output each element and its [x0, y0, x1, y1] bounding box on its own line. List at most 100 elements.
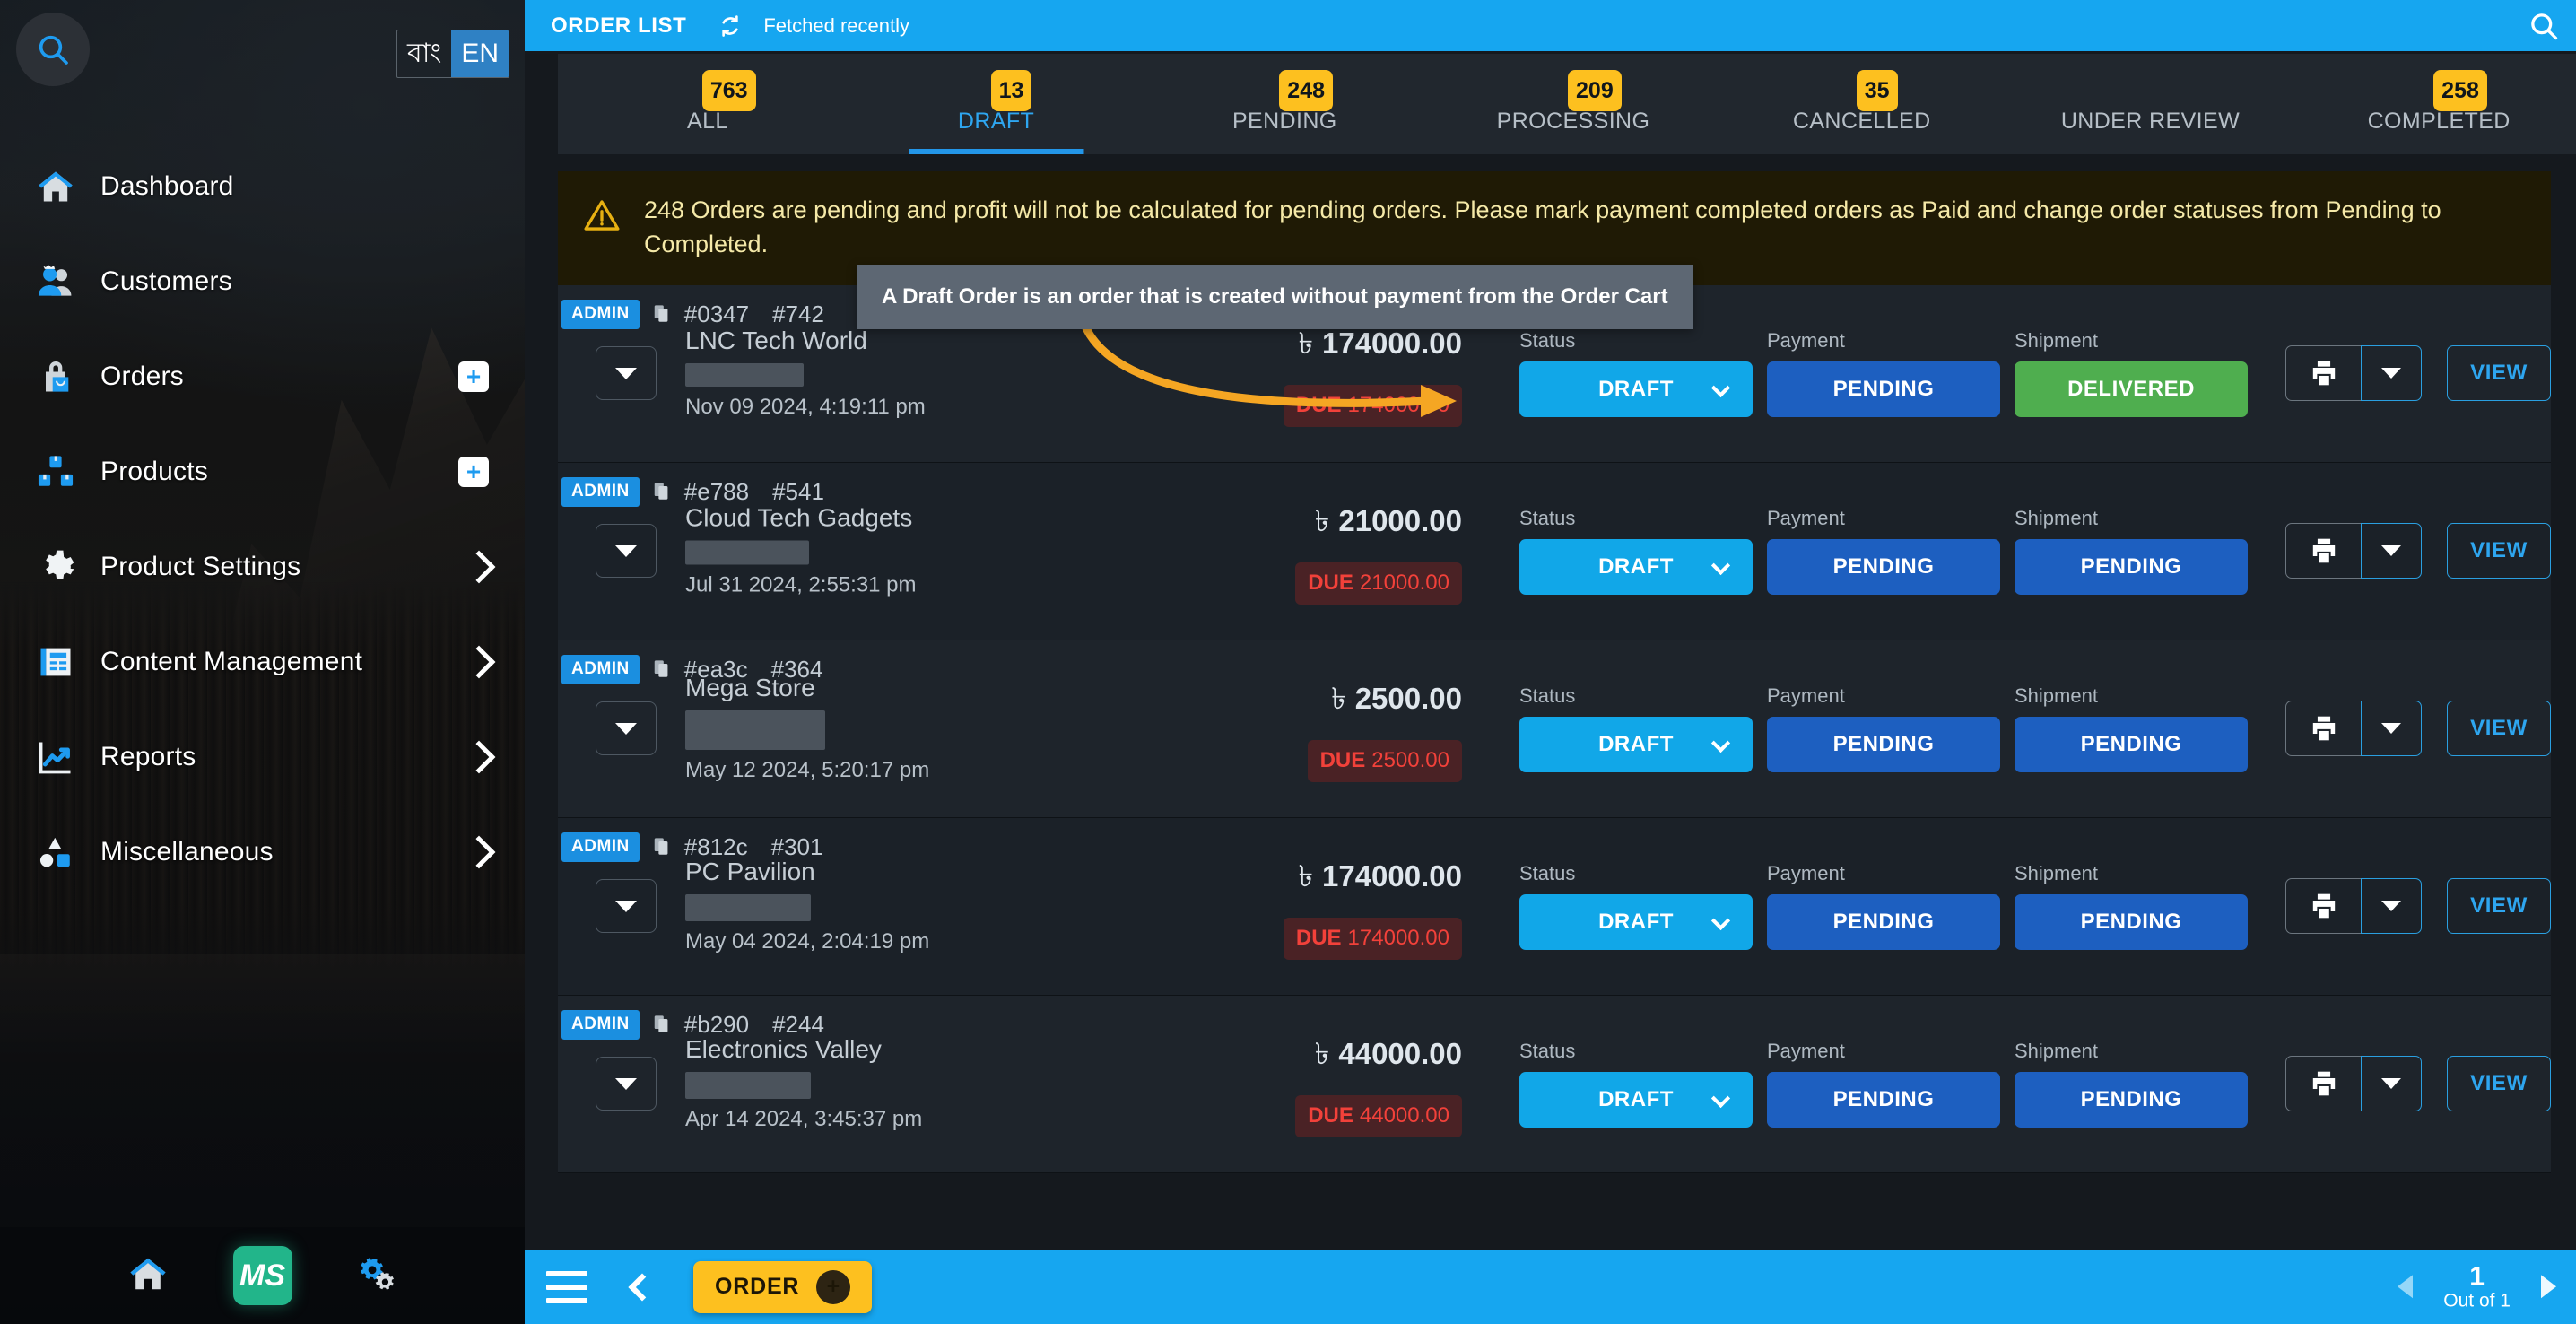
print-button[interactable]	[2285, 523, 2361, 579]
copy-icon[interactable]	[652, 658, 672, 680]
view-order-button[interactable]: VIEW	[2447, 523, 2551, 579]
print-options-dropdown[interactable]	[2361, 878, 2422, 935]
tab-completed[interactable]: 258 COMPLETED	[2294, 54, 2576, 154]
view-order-button[interactable]: VIEW	[2447, 878, 2551, 935]
customer-block: Cloud Tech Gadgets Jul 31 2024, 2:55:31 …	[685, 504, 917, 598]
tab-label: DRAFT	[957, 109, 1035, 134]
customer-name: LNC Tech World	[685, 327, 867, 355]
tab-draft[interactable]: 13 DRAFT	[852, 54, 1141, 154]
sidebar-item-miscellaneous[interactable]: Miscellaneous	[0, 805, 525, 900]
language-toggle[interactable]: বাং EN	[396, 30, 509, 78]
create-order-button[interactable]: ORDER +	[693, 1260, 873, 1313]
print-options-dropdown[interactable]	[2361, 345, 2422, 402]
view-order-button[interactable]: VIEW	[2447, 345, 2551, 402]
bag-icon	[36, 357, 91, 396]
prev-page-button[interactable]	[2398, 1275, 2414, 1299]
tab-processing[interactable]: 209 PROCESSING	[1429, 54, 1718, 154]
expand-row-button[interactable]	[596, 1057, 657, 1111]
copy-icon[interactable]	[652, 836, 672, 858]
expand-row-button[interactable]	[596, 346, 657, 401]
status-dropdown[interactable]: DRAFT	[1519, 361, 1753, 418]
expand-row-button[interactable]	[596, 879, 657, 934]
language-option-bangla[interactable]: বাং	[397, 30, 451, 77]
view-order-button[interactable]: VIEW	[2447, 701, 2551, 757]
payment-status-button[interactable]: PENDING	[1767, 539, 2000, 596]
sidebar-item-label: Content Management	[100, 647, 363, 676]
chevron-down-icon	[2381, 723, 2401, 735]
print-options-dropdown[interactable]	[2361, 523, 2422, 579]
create-order-label: ORDER	[715, 1274, 800, 1299]
shipment-status-button[interactable]: PENDING	[2015, 539, 2248, 596]
sidebar-item-products[interactable]: Products +	[0, 424, 525, 519]
refresh-button[interactable]	[717, 13, 744, 39]
payment-status-button[interactable]: PENDING	[1767, 894, 2000, 951]
sidebar-item-customers[interactable]: Customers	[0, 234, 525, 329]
payment-status-button[interactable]: PENDING	[1767, 361, 2000, 418]
order-row[interactable]: ADMIN #e788 #541 Cloud Tech Gadgets Jul …	[558, 462, 2551, 640]
print-options-dropdown[interactable]	[2361, 701, 2422, 757]
tab-pending[interactable]: 248 PENDING	[1140, 54, 1429, 154]
copy-icon[interactable]	[652, 481, 672, 502]
payment-status-button[interactable]: PENDING	[1767, 717, 2000, 773]
shipment-status-button[interactable]: PENDING	[2015, 717, 2248, 773]
order-meta: ADMIN #0347 #742	[561, 299, 824, 329]
sidebar-item-product-settings[interactable]: Product Settings	[0, 519, 525, 614]
status-dropdown[interactable]: DRAFT	[1519, 1072, 1753, 1128]
status-dropdown[interactable]: DRAFT	[1519, 717, 1753, 773]
payment-status-button[interactable]: PENDING	[1767, 1072, 2000, 1128]
customers-icon	[36, 262, 91, 301]
order-meta: ADMIN #e788 #541	[561, 476, 824, 507]
tab-cancelled[interactable]: 35 CANCELLED	[1718, 54, 2006, 154]
shipment-status-button[interactable]: DELIVERED	[2015, 361, 2248, 418]
print-button[interactable]	[2285, 878, 2361, 935]
status-dropdown[interactable]: DRAFT	[1519, 894, 1753, 951]
status-value: DRAFT	[1598, 1087, 1674, 1112]
top-bar: ORDER LIST Fetched recently	[525, 0, 2576, 51]
expand-row-button[interactable]	[596, 524, 657, 579]
printer-icon	[2312, 716, 2335, 741]
plus-circle-icon: +	[816, 1269, 851, 1304]
expand-row-button[interactable]	[596, 701, 657, 756]
copy-icon[interactable]	[652, 303, 672, 325]
chevron-down-icon	[2381, 368, 2401, 379]
sidebar-item-orders[interactable]: Orders +	[0, 329, 525, 424]
copy-icon[interactable]	[652, 1014, 672, 1035]
sidebar-search-button[interactable]	[16, 13, 90, 86]
home-button[interactable]	[127, 1253, 169, 1299]
view-order-button[interactable]: VIEW	[2447, 1056, 2551, 1112]
shipment-status-button[interactable]: PENDING	[2015, 1072, 2248, 1128]
sidebar-footer: MS	[0, 1227, 525, 1324]
print-options-dropdown[interactable]	[2361, 1056, 2422, 1112]
app-logo[interactable]: MS	[232, 1246, 292, 1305]
language-option-english[interactable]: EN	[451, 30, 509, 77]
fetch-status-text: Fetched recently	[763, 13, 909, 37]
order-row[interactable]: ADMIN #812c #301 PC Pavilion May 04 2024…	[558, 817, 2551, 996]
payment-value: PENDING	[1832, 377, 1935, 402]
order-row[interactable]: ADMIN #ea3c #364 Mega Store May 12 2024,…	[558, 640, 2551, 818]
due-value: 44000.00	[1359, 1102, 1449, 1128]
chevron-right-icon	[462, 550, 496, 584]
sidebar-item-dashboard[interactable]: Dashboard	[0, 139, 525, 234]
sidebar-item-content-management[interactable]: Content Management	[0, 614, 525, 710]
chevron-right-icon	[462, 740, 496, 774]
order-amounts: ৳ 44000.00 DUE 44000.00	[1186, 1031, 1473, 1137]
status-dropdown[interactable]: DRAFT	[1519, 539, 1753, 596]
add-order-button[interactable]: +	[458, 361, 489, 392]
shipment-status-button[interactable]: PENDING	[2015, 894, 2248, 951]
print-button-group	[2285, 878, 2422, 935]
search-button[interactable]	[2528, 10, 2560, 42]
sidebar-item-reports[interactable]: Reports	[0, 710, 525, 805]
settings-button[interactable]	[357, 1253, 398, 1299]
print-button[interactable]	[2285, 345, 2361, 402]
print-button[interactable]	[2285, 701, 2361, 757]
menu-button[interactable]	[546, 1270, 587, 1303]
print-button[interactable]	[2285, 1056, 2361, 1112]
tab-under-review[interactable]: UNDER REVIEW	[2006, 54, 2295, 154]
tab-all[interactable]: 763 ALL	[563, 54, 852, 154]
pagination: 1 Out of 1	[2398, 1262, 2556, 1312]
add-product-button[interactable]: +	[458, 457, 489, 487]
order-number: #742	[772, 300, 824, 327]
order-row[interactable]: ADMIN #b290 #244 Electronics Valley Apr …	[558, 995, 2551, 1173]
back-button[interactable]	[628, 1272, 657, 1302]
next-page-button[interactable]	[2541, 1275, 2556, 1299]
